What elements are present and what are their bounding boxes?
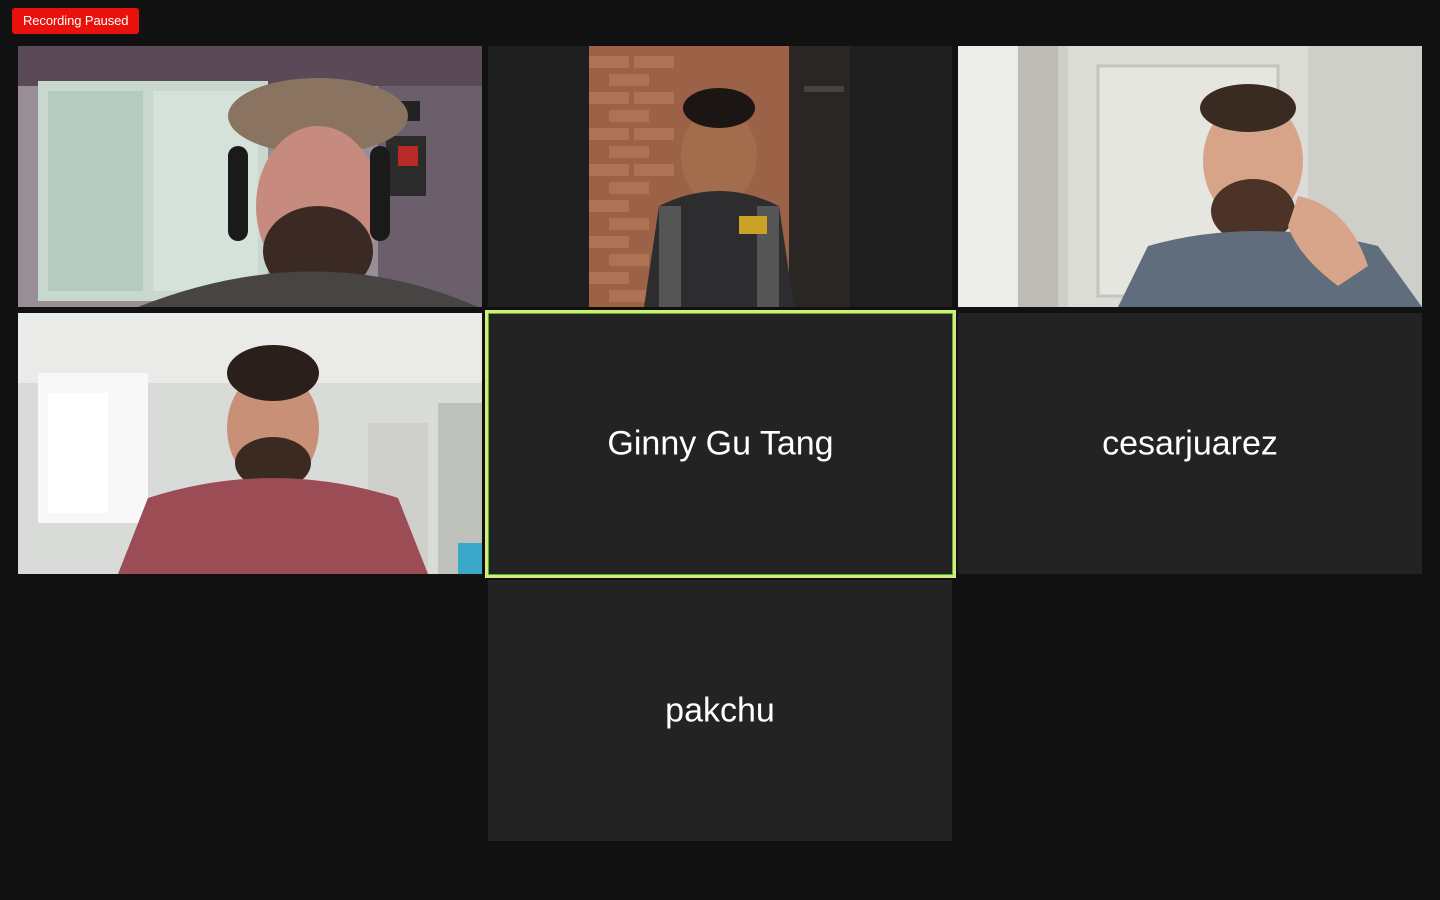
participant-video-tile[interactable]	[488, 46, 952, 307]
participant-video-feed	[18, 313, 482, 574]
participant-video-feed	[958, 46, 1422, 307]
participant-video-tile[interactable]	[958, 46, 1422, 307]
participant-video-tile[interactable]	[18, 313, 482, 574]
participant-tile[interactable]: cesarjuarez	[958, 313, 1422, 574]
recording-paused-badge[interactable]: Recording Paused	[12, 8, 140, 34]
participant-video-feed	[589, 46, 850, 307]
participant-video-tile[interactable]	[18, 46, 482, 307]
participant-name: Ginny Gu Tang	[607, 424, 834, 463]
meeting-gallery-view: Recording Paused Ginny Gu Tang cesarjuar…	[0, 0, 1440, 900]
participant-video-feed	[18, 46, 482, 307]
participant-tile-active-speaker[interactable]: Ginny Gu Tang	[485, 310, 956, 578]
participant-name: pakchu	[665, 691, 775, 729]
participant-tile[interactable]: pakchu	[488, 580, 952, 841]
participant-name: cesarjuarez	[1102, 424, 1278, 462]
